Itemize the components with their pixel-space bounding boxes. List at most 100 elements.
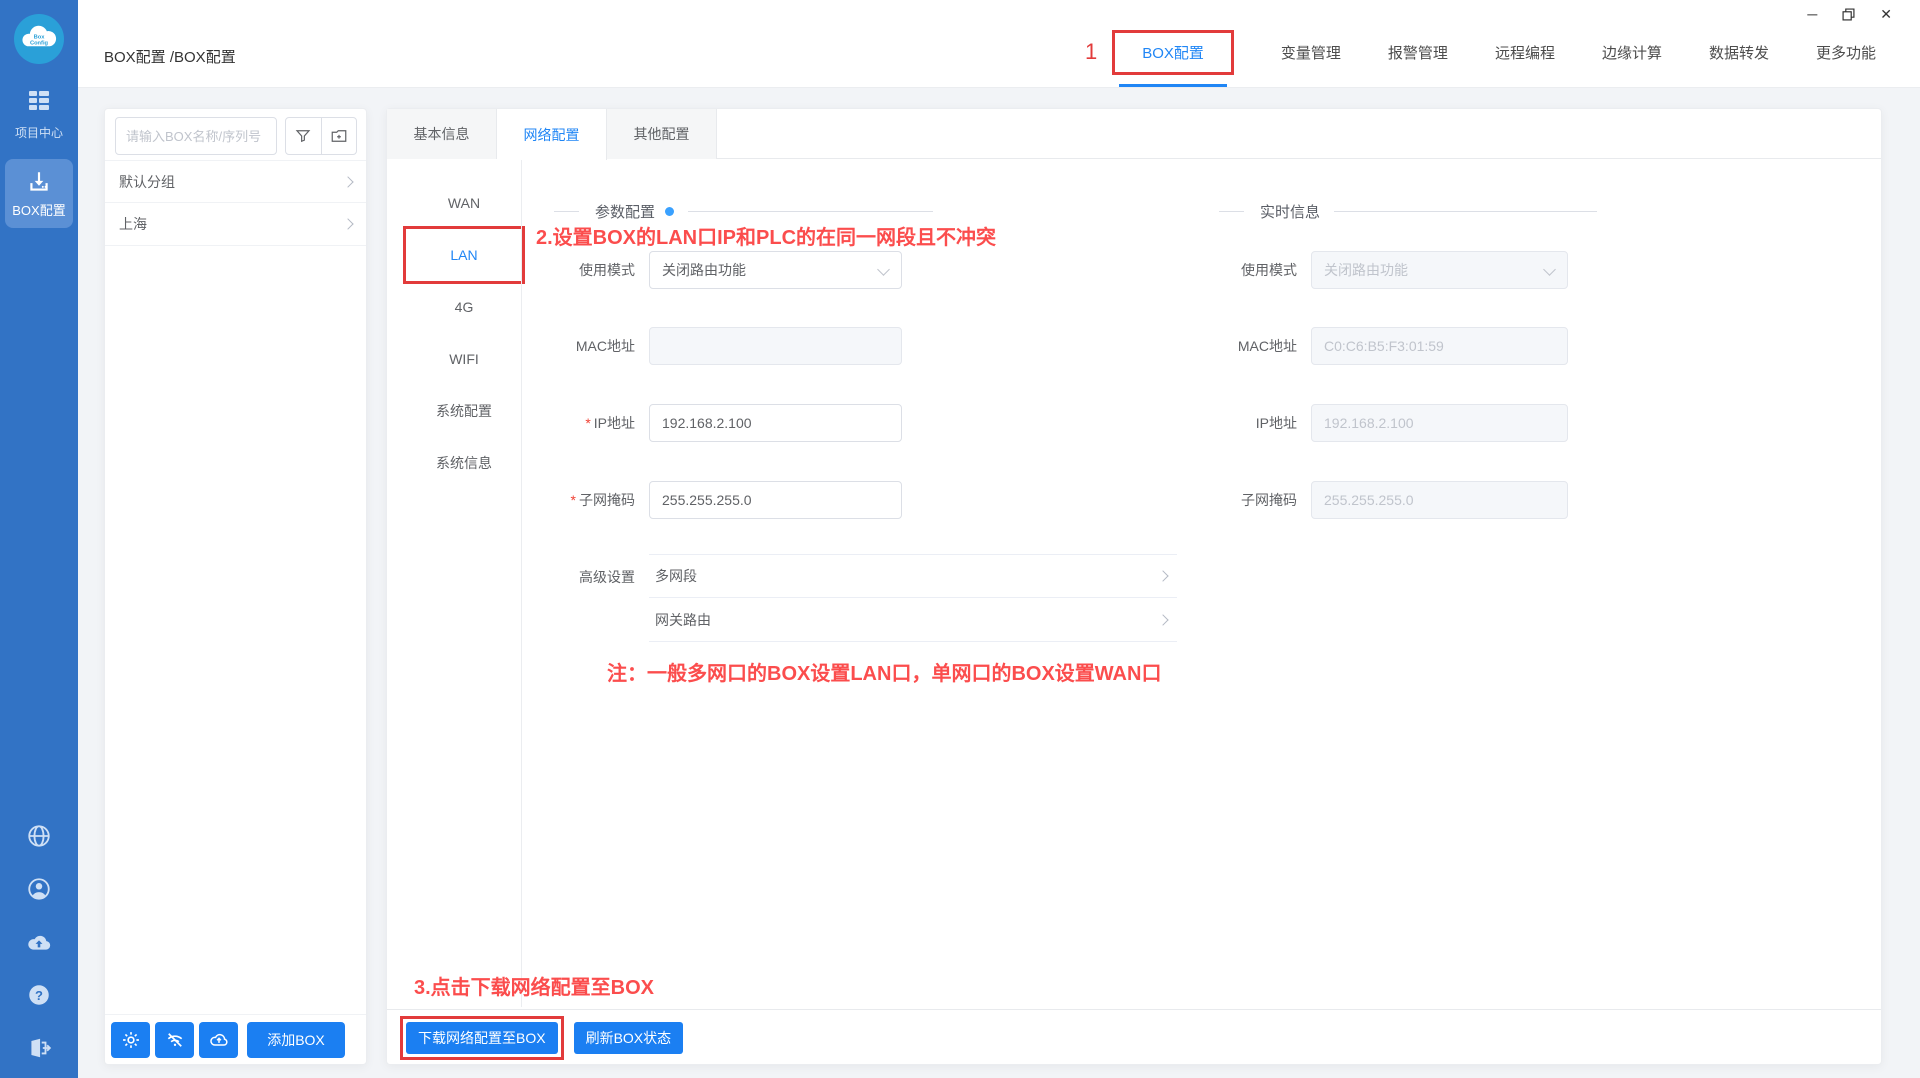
group-label: 默认分组: [119, 173, 175, 190]
main-content-card: 基本信息 网络配置 其他配置 WAN LAN 4G WIFI 系统配置 系统信息…: [386, 108, 1882, 1065]
top-nav: 1 BOX配置 变量管理 报警管理 远程编程 边缘计算 数据转发 更多功能: [1084, 29, 1876, 87]
sidebar-item-project-center[interactable]: 项目中心: [0, 88, 78, 141]
minimize-button[interactable]: ─: [1807, 7, 1817, 21]
subnet-mask-input[interactable]: [649, 481, 902, 519]
svg-text:?: ?: [35, 988, 43, 1003]
cloud-sync-button[interactable]: [199, 1021, 238, 1058]
mac-address-input: [649, 327, 902, 365]
exit-icon[interactable]: [26, 1035, 52, 1061]
chevron-right-icon: [1157, 613, 1169, 626]
side-tab-wan[interactable]: WAN: [406, 177, 522, 229]
rt-ip-address-value: [1311, 404, 1568, 442]
advanced-row-multi-segment[interactable]: 多网段: [649, 554, 1177, 598]
box-list-tools: [285, 117, 357, 155]
app-logo[interactable]: Box Config: [14, 14, 64, 64]
nav-tab-variable-mgmt[interactable]: 变量管理: [1281, 42, 1341, 63]
filter-button[interactable]: [286, 118, 322, 154]
status-dot: [665, 207, 675, 216]
form-row-subnet: * 子网掩码: [517, 481, 902, 519]
side-tab-lan[interactable]: LAN: [403, 226, 525, 284]
box-search-input[interactable]: [115, 117, 277, 155]
svg-text:Box: Box: [34, 34, 46, 40]
field-label: IP地址: [1255, 415, 1297, 431]
realtime-info-header: 实时信息: [1219, 201, 1598, 222]
breadcrumb: BOX配置 /BOX配置: [104, 49, 236, 66]
sidebar: Box Config 项目中心 BOX配置 ?: [0, 0, 78, 1078]
side-tab-4g[interactable]: 4G: [406, 281, 522, 333]
add-box-button[interactable]: 添加BOX: [247, 1021, 345, 1058]
annotation-highlight-box: 下载网络配置至BOX: [400, 1016, 564, 1060]
field-label: * 子网掩码: [570, 492, 635, 508]
rt-row-mac: MAC地址: [1169, 327, 1568, 365]
sidebar-item-label: BOX配置: [12, 202, 66, 218]
side-tab-wifi[interactable]: WIFI: [406, 333, 522, 385]
config-tabbar: 基本信息 网络配置 其他配置: [387, 109, 1881, 160]
app-window: Box Config 项目中心 BOX配置 ? BOX配置 /BOX配置 ─ ✕…: [0, 0, 1920, 1078]
side-tab-system-info[interactable]: 系统信息: [406, 437, 522, 489]
nav-tab-box-config[interactable]: BOX配置: [1112, 29, 1234, 87]
rt-row-subnet: 子网掩码: [1169, 481, 1568, 519]
annotation-step3: 3.点击下载网络配置至BOX: [414, 977, 655, 999]
tab-other-config[interactable]: 其他配置: [607, 109, 717, 159]
form-row-mac: MAC地址: [517, 327, 902, 365]
wifi-off-icon: [167, 1032, 182, 1047]
side-tab-system-config[interactable]: 系统配置: [406, 385, 522, 437]
restore-button[interactable]: [1842, 7, 1855, 21]
form-row-usage-mode: 使用模式 关闭路由功能: [517, 251, 902, 289]
chevron-right-icon: [342, 218, 354, 230]
annotation-step2: 2.设置BOX的LAN口IP和PLC的在同一网段且不冲突: [536, 227, 997, 249]
sidebar-item-label: 项目中心: [14, 126, 63, 140]
help-icon[interactable]: ?: [26, 982, 52, 1008]
nav-tab-data-forwarding[interactable]: 数据转发: [1709, 42, 1769, 63]
advanced-row-gateway-route[interactable]: 网关路由: [649, 598, 1177, 642]
download-icon: [30, 171, 48, 191]
cloud-arrow-icon: [209, 1033, 228, 1046]
rt-mac-address-value: [1311, 327, 1568, 365]
cloud-upload-icon[interactable]: [26, 929, 52, 955]
nav-tab-remote-programming[interactable]: 远程编程: [1495, 42, 1555, 63]
add-group-button[interactable]: [322, 118, 357, 154]
globe-icon[interactable]: [26, 823, 52, 849]
refresh-box-status-button[interactable]: 刷新BOX状态: [573, 1022, 684, 1054]
box-panel-footer: 添加BOX: [105, 1014, 366, 1064]
network-status-button[interactable]: [155, 1021, 194, 1058]
usage-mode-select[interactable]: 关闭路由功能: [649, 251, 902, 289]
box-group-list: 默认分组 上海: [105, 160, 366, 246]
svg-text:Config: Config: [30, 41, 49, 47]
top-header: BOX配置 /BOX配置 ─ ✕ 1 BOX配置 变量管理 报警管理 远程编程 …: [78, 0, 1920, 88]
close-button[interactable]: ✕: [1880, 7, 1892, 21]
gear-icon: [122, 1031, 139, 1048]
rt-row-usage-mode: 使用模式 关闭路由功能: [1169, 251, 1568, 289]
network-side-tabs: WAN LAN 4G WIFI 系统配置 系统信息: [403, 177, 525, 489]
ip-address-input[interactable]: [649, 404, 902, 442]
tab-network-config[interactable]: 网络配置: [497, 109, 607, 160]
nav-tab-alarm-mgmt[interactable]: 报警管理: [1388, 42, 1448, 63]
project-grid-icon: [29, 91, 49, 110]
section-title: 参数配置: [595, 204, 656, 221]
field-label: 使用模式: [1241, 262, 1297, 278]
user-icon[interactable]: [26, 876, 52, 902]
footer-divider: [387, 1009, 1881, 1010]
folder-plus-icon: [331, 130, 347, 142]
field-label: * IP地址: [585, 415, 635, 431]
group-row-default[interactable]: 默认分组: [105, 160, 366, 203]
sidebar-item-box-config[interactable]: BOX配置: [5, 159, 73, 228]
window-controls: ─ ✕: [1807, 7, 1892, 21]
field-label: MAC地址: [575, 338, 635, 354]
download-network-config-button[interactable]: 下载网络配置至BOX: [406, 1022, 558, 1054]
annotation-step1-marker: 1: [1084, 39, 1098, 64]
group-row-shanghai[interactable]: 上海: [105, 203, 366, 246]
chevron-right-icon: [342, 175, 354, 188]
nav-tab-more-functions[interactable]: 更多功能: [1816, 42, 1876, 63]
filter-funnel-icon: [295, 130, 311, 143]
chevron-right-icon: [1157, 570, 1169, 582]
rt-subnet-mask-value: [1311, 481, 1568, 519]
box-search-row: [115, 117, 357, 155]
settings-button[interactable]: [111, 1021, 150, 1058]
tab-basic-info[interactable]: 基本信息: [387, 109, 497, 159]
footer-buttons: 下载网络配置至BOX 刷新BOX状态: [400, 1016, 684, 1060]
annotation-note: 注：一般多网口的BOX设置LAN口，单网口的BOX设置WAN口: [607, 663, 1162, 685]
rt-row-ip: IP地址: [1169, 404, 1568, 442]
advanced-settings-label: 高级设置: [579, 569, 635, 585]
nav-tab-edge-computing[interactable]: 边缘计算: [1602, 42, 1662, 63]
